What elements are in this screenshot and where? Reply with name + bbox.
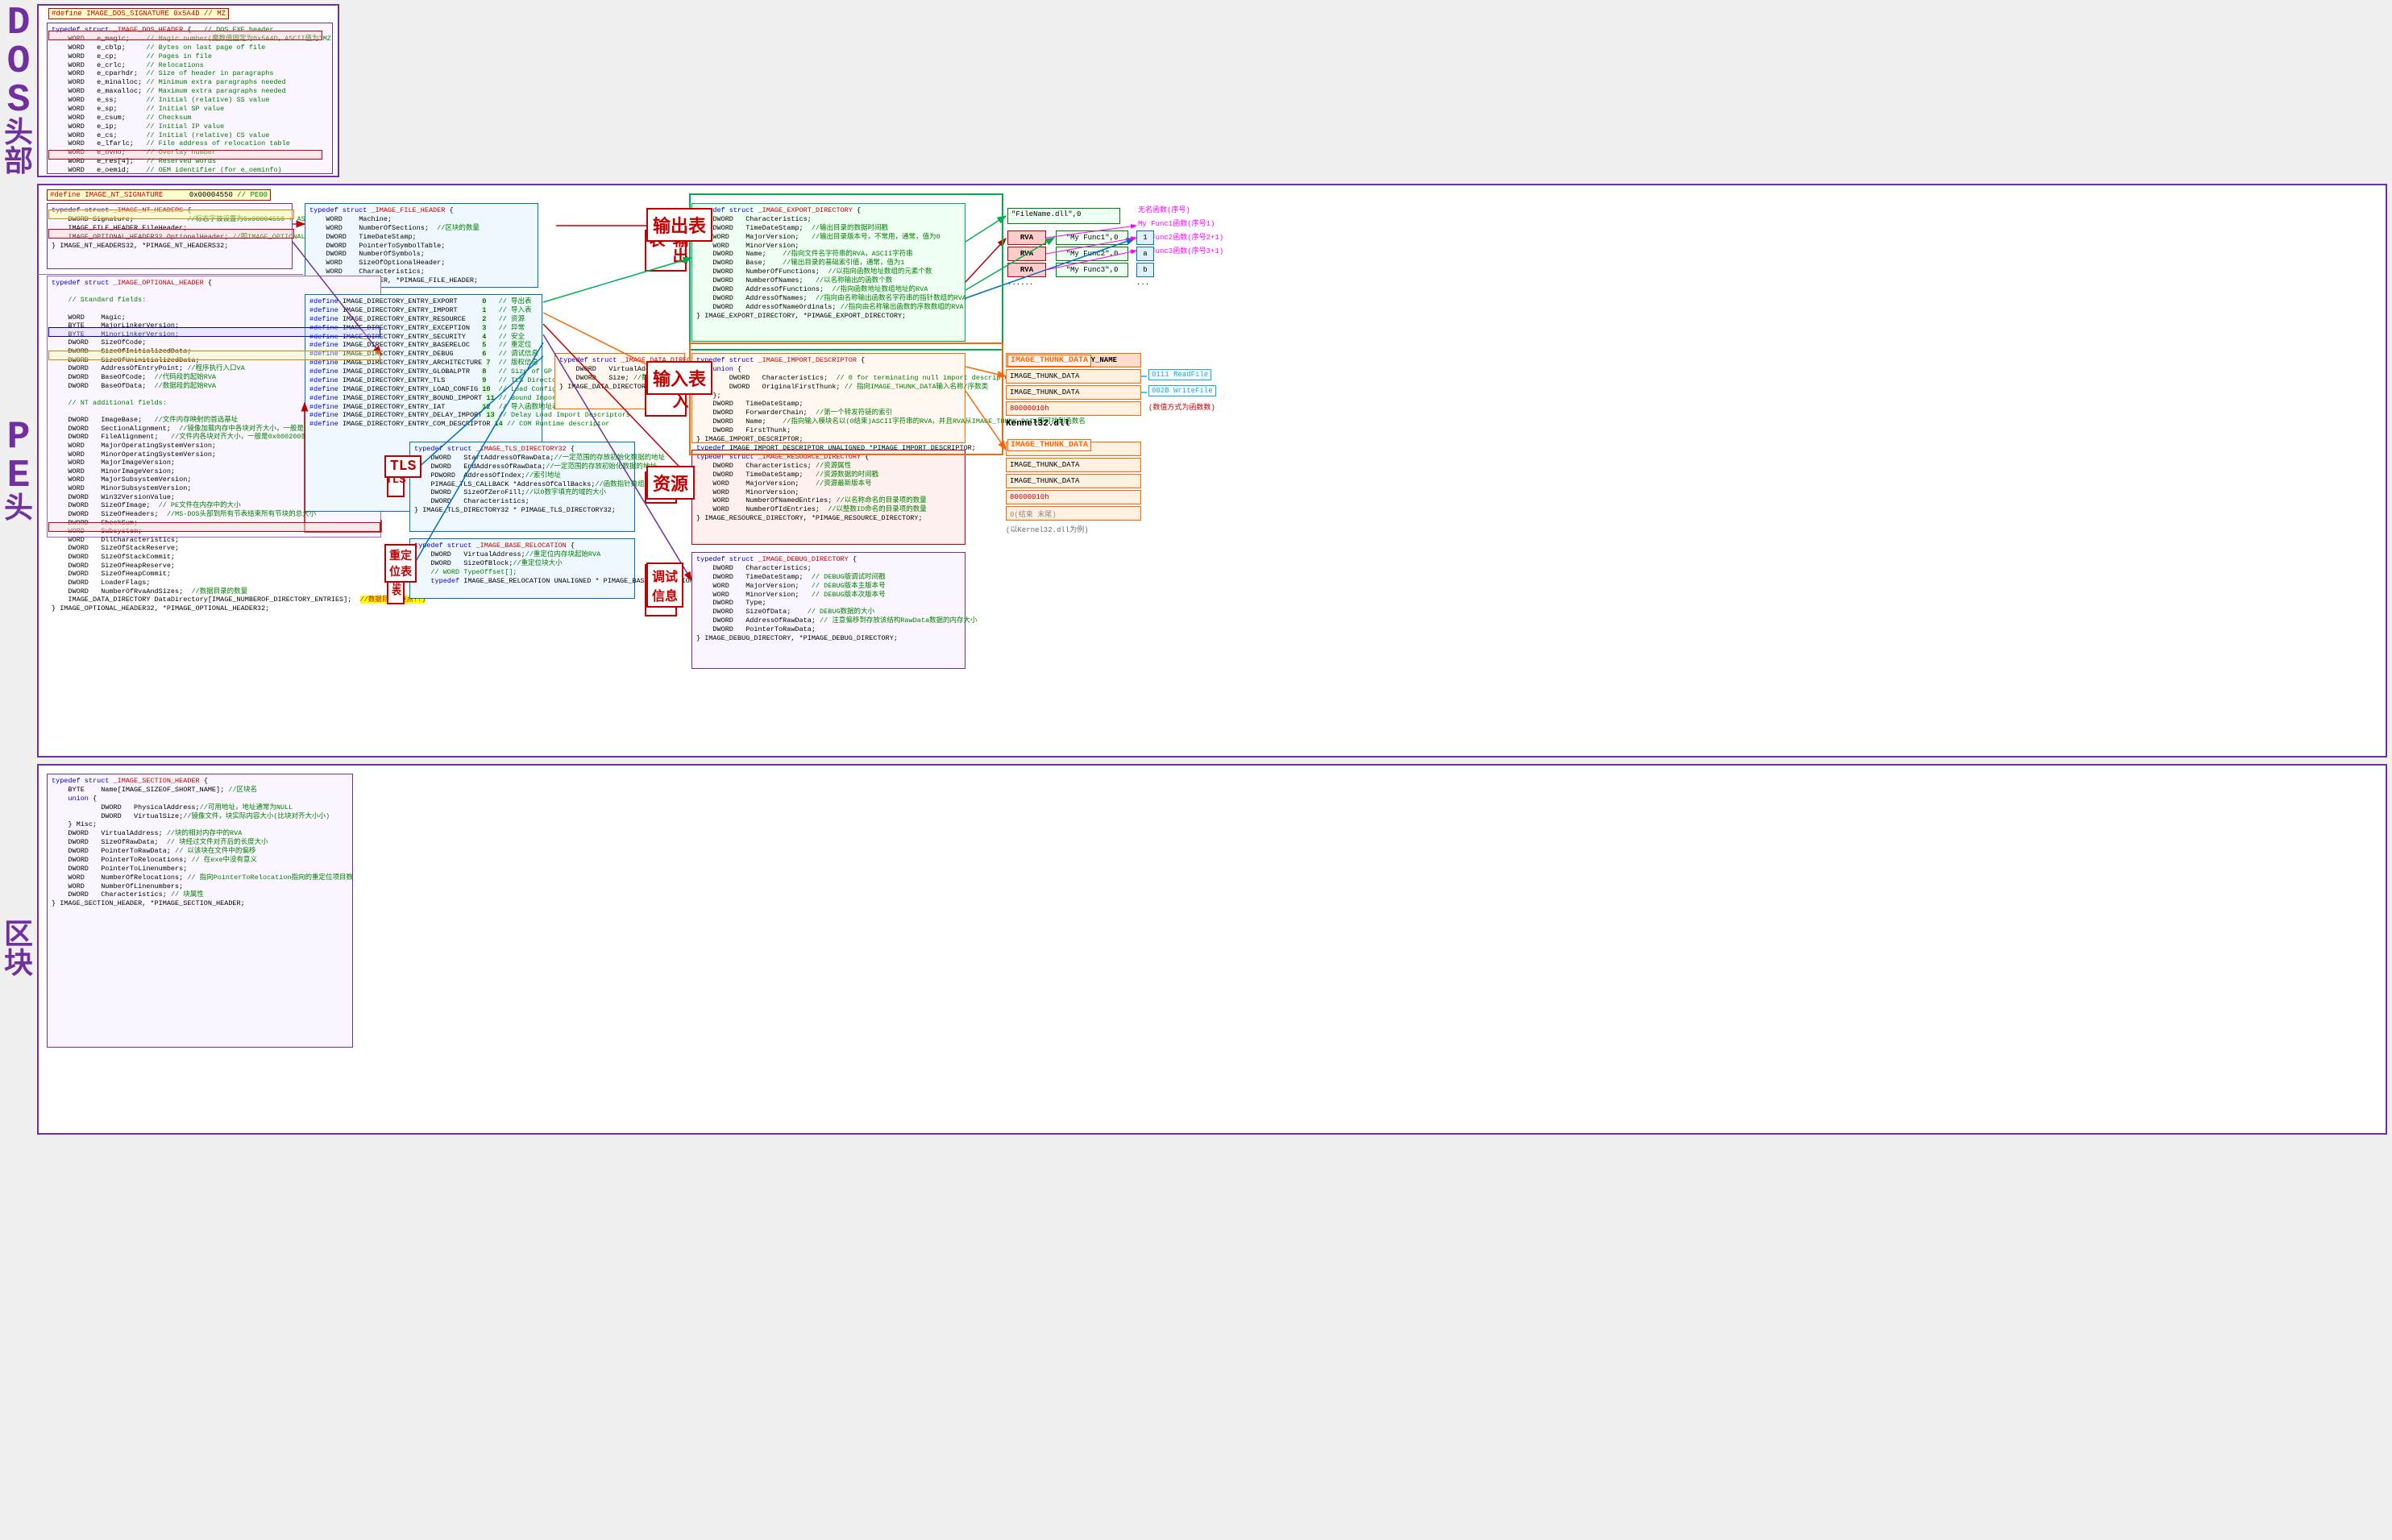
filename-dll-box: "FileName.dll",0 (1007, 208, 1120, 224)
thunk-readfile-label: 0111 ReadFile (1148, 369, 1211, 380)
image-thunk-data-title-2: IMAGE_THUNK_DATA (1007, 439, 1091, 451)
tls-big-label: TLS (384, 455, 422, 478)
ordinal-index-a: a (1136, 247, 1154, 261)
dots-row: ...... (1007, 279, 1033, 287)
nt-signature-define: #define IMAGE_NT_SIGNATURE 0x00004550 //… (47, 189, 271, 201)
nt-headers-box: typedef struct _IMAGE_NT_HEADERS { DWORD… (47, 203, 293, 269)
func1-name-box: "My Func1",0 (1056, 230, 1128, 245)
func2-name-box: "My Func2",0 (1056, 247, 1128, 261)
dos-side-label: DOS头部 (2, 4, 35, 177)
thunk-data-row-2: IMAGE_THUNK_DATA (1006, 385, 1141, 400)
pe-region-divider-top (37, 274, 303, 275)
no-name-func-label: 无名函数(序号) (1138, 204, 1190, 214)
reloc-struct-box: typedef struct _IMAGE_BASE_RELOCATION { … (409, 538, 635, 599)
func1-ordinal-label: My Func1函数(序号1) (1138, 218, 1215, 228)
func3-name-box: "My Func3",0 (1056, 263, 1128, 277)
dos-header-box: typedef struct _IMAGE_DOS_HEADER { // DO… (47, 23, 333, 174)
thunk-hex-row: 80000010h (1006, 401, 1141, 416)
dots-row2: ... (1136, 279, 1149, 287)
dos-define-line: #define IMAGE_DOS_SIGNATURE 0x5A4D // MZ (48, 8, 229, 19)
section-header-box: typedef struct _IMAGE_SECTION_HEADER { B… (47, 774, 353, 1048)
thunk-data-iat-2: IMAGE_THUNK_DATA (1006, 458, 1141, 472)
rva-box-2: RVA (1007, 247, 1046, 261)
debug-dir-box: typedef struct _IMAGE_DEBUG_DIRECTORY { … (691, 552, 966, 669)
resource-dir-box: typedef struct _IMAGE_RESOURCE_DIRECTORY… (691, 450, 966, 545)
rva-box-1: RVA (1007, 230, 1046, 245)
import-desc-box: typedef struct _IMAGE_IMPORT_DESCRIPTOR … (691, 353, 966, 443)
section-region (37, 764, 2387, 1135)
thunk-zero-iat: 0(结束 末尾) (1006, 506, 1141, 521)
image-thunk-data-title: IMAGE_THUNK_DATA (1007, 355, 1091, 367)
thunk-hex-iat: 80000010h (1006, 490, 1141, 504)
rva-box-3: RVA (1007, 263, 1046, 277)
thunk-hex-comment: (数值方式为函数数) (1148, 401, 1215, 412)
thunk-writefile-label: 002B WriteFile (1148, 385, 1216, 396)
pe-side-label: PE头 (2, 189, 35, 753)
ordinal-index-1: 1 (1136, 230, 1154, 245)
kernel32-example-label: (以Kernel32.dll为例) (1006, 524, 1089, 534)
tls-struct-box: typedef struct _IMAGE_TLS_DIRECTORY32 { … (409, 442, 635, 532)
import-big-label: 输入表 (646, 361, 712, 395)
export-dir-box: typedef struct _IMAGE_EXPORT_DIRECTORY {… (691, 203, 966, 342)
debug-big-label: 调试信息 (646, 562, 683, 608)
resource-big-label: 资源 (646, 466, 695, 500)
kernel32-dll-label: Kennel32.dll (1006, 419, 1069, 429)
reloc-big-label: 重定位表 (384, 544, 417, 583)
thunk-data-row-1: IMAGE_THUNK_DATA (1006, 369, 1141, 384)
ordinal-index-b: b (1136, 263, 1154, 277)
thunk-data-iat-3: IMAGE_THUNK_DATA (1006, 474, 1141, 488)
export-big-label: 输出表 (646, 208, 712, 242)
section-side-label: 区块 (2, 766, 35, 1136)
